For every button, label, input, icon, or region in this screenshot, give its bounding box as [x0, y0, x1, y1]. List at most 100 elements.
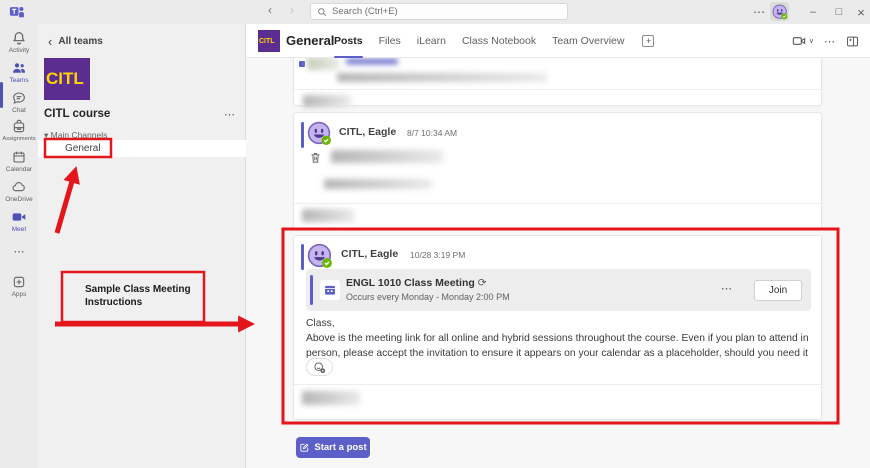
tab-posts[interactable]: Posts	[334, 24, 363, 58]
close-button[interactable]: ×	[850, 0, 870, 24]
search-placeholder: Search (Ctrl+E)	[332, 6, 398, 17]
team-name: CITL course	[44, 108, 110, 120]
message-body: Above is the meeting link for all online…	[306, 331, 811, 376]
tab-class-notebook[interactable]: Class Notebook	[462, 24, 536, 58]
post-message: Class, Above is the meeting link for all…	[306, 316, 811, 376]
caret-down-icon: ▾	[44, 130, 48, 140]
rail-item-activity[interactable]: Activity	[0, 30, 38, 54]
start-a-post-label: Start a post	[314, 442, 366, 453]
rail-item-chat[interactable]: Chat	[0, 90, 38, 114]
channel-more-button[interactable]: ⋯	[824, 35, 835, 48]
post-timestamp: 8/7 10:34 AM	[407, 128, 457, 138]
channel-header-actions: ∨ ⋯	[791, 24, 860, 58]
smiley-avatar-icon	[307, 243, 333, 269]
teams-logo-icon	[8, 3, 26, 21]
tab-team-overview[interactable]: Team Overview	[552, 24, 624, 58]
team-logo: CITL	[44, 58, 90, 100]
video-camera-icon	[791, 33, 807, 49]
rail-item-apps[interactable]: Apps	[0, 274, 38, 298]
meeting-title: ENGL 1010 Class Meeting ⟳	[346, 277, 487, 289]
redacted-text	[324, 179, 432, 189]
rail-item-assignments[interactable]: Assignments	[0, 119, 38, 142]
redacted-link	[346, 59, 398, 64]
join-button[interactable]: Join	[754, 280, 802, 301]
channel-team-logo: CITL	[258, 30, 280, 52]
add-reaction-button[interactable]	[306, 358, 333, 376]
rail-item-teams[interactable]: Teams	[0, 60, 38, 84]
redacted-text	[337, 73, 547, 82]
card-divider	[294, 203, 821, 204]
meeting-title-text: ENGL 1010 Class Meeting	[346, 277, 475, 289]
author-avatar	[307, 121, 332, 151]
chevron-down-icon: ∨	[809, 37, 814, 45]
trash-icon	[309, 151, 322, 164]
app-rail: Activity Teams Chat Assignments Calendar…	[0, 24, 38, 468]
rail-label: Assignments	[0, 136, 38, 142]
user-avatar[interactable]	[770, 2, 789, 21]
forward-button[interactable]: ›	[284, 3, 300, 17]
meeting-calendar-tile	[320, 280, 340, 300]
meeting-card[interactable]: ENGL 1010 Class Meeting ⟳ Occurs every M…	[306, 269, 811, 311]
team-logo-text: CITL	[46, 69, 84, 89]
rail-item-onedrive[interactable]: OneDrive	[0, 179, 38, 203]
rail-item-meet[interactable]: Meet	[0, 209, 38, 233]
video-camera-icon	[11, 209, 27, 225]
channels-section-label: Main Channels	[51, 130, 108, 140]
teams-people-icon	[11, 60, 27, 76]
all-teams-back[interactable]: ‹ All teams	[48, 34, 103, 49]
team-more-button[interactable]: ⋯	[224, 108, 235, 121]
start-a-post-button[interactable]: Start a post	[296, 437, 370, 458]
redacted-reply	[302, 209, 354, 222]
open-panel-icon[interactable]	[845, 34, 860, 49]
add-tab-button[interactable]: +	[642, 35, 654, 47]
minimize-button[interactable]: –	[802, 0, 824, 24]
card-divider	[294, 384, 821, 385]
chat-bubble-icon	[11, 90, 27, 106]
meeting-more-button[interactable]: ⋯	[721, 282, 732, 295]
post-accent-bar	[301, 244, 304, 270]
teams-app-window: ‹ › Search (Ctrl+E) ⋯ – □ × Activity Te	[0, 0, 870, 468]
post-author: CITL, Eagle	[341, 248, 398, 260]
rail-label: Apps	[0, 291, 38, 298]
maximize-button[interactable]: □	[828, 0, 850, 24]
calendar-icon	[11, 149, 27, 165]
sidebar-item-general-channel[interactable]: General	[38, 140, 246, 157]
post-timestamp: 10/28 3:19 PM	[410, 250, 465, 260]
card-divider	[294, 89, 821, 90]
rail-label: Calendar	[0, 166, 38, 173]
rail-more-button[interactable]: ⋯	[0, 245, 38, 258]
post-card-partial[interactable]	[293, 58, 822, 106]
channel-title: General	[286, 33, 334, 48]
redacted-icon	[299, 61, 305, 67]
titlebar-more-button[interactable]: ⋯	[750, 0, 768, 24]
post-card-meeting[interactable]: CITL, Eagle 10/28 3:19 PM ENGL 1010 Clas…	[293, 235, 822, 420]
rail-label: Chat	[0, 107, 38, 114]
smiley-avatar-icon	[772, 4, 788, 20]
tab-ilearn[interactable]: iLearn	[417, 24, 446, 58]
redacted-reply	[302, 391, 360, 405]
rail-label: OneDrive	[0, 196, 38, 203]
rail-item-calendar[interactable]: Calendar	[0, 149, 38, 173]
channel-header: CITL General Posts Files iLearn Class No…	[246, 24, 870, 58]
compose-icon	[299, 442, 310, 453]
apps-icon	[11, 274, 27, 290]
bell-icon	[11, 30, 27, 46]
meeting-subtitle: Occurs every Monday - Monday 2:00 PM	[346, 292, 510, 302]
tab-files[interactable]: Files	[379, 24, 401, 58]
post-accent-bar	[301, 122, 304, 148]
smiley-avatar-icon	[307, 121, 332, 146]
title-bar: ‹ › Search (Ctrl+E) ⋯ – □ ×	[0, 0, 870, 24]
post-card-earlier[interactable]: CITL, Eagle 8/7 10:34 AM	[293, 112, 822, 229]
emoji-add-icon	[313, 361, 326, 374]
assignments-icon	[11, 119, 27, 135]
channel-logo-text: CITL	[259, 38, 275, 45]
posts-feed: CITL, Eagle 8/7 10:34 AM CITL, Eagle 10/…	[246, 58, 870, 468]
calendar-icon	[323, 283, 337, 297]
channel-tabs: Posts Files iLearn Class Notebook Team O…	[334, 24, 654, 58]
search-input[interactable]: Search (Ctrl+E)	[310, 3, 568, 20]
meet-now-button[interactable]: ∨	[791, 33, 814, 49]
chevron-left-icon: ‹	[48, 34, 52, 49]
redacted-text	[307, 58, 339, 70]
back-button[interactable]: ‹	[262, 3, 278, 17]
meeting-accent-bar	[310, 275, 313, 305]
